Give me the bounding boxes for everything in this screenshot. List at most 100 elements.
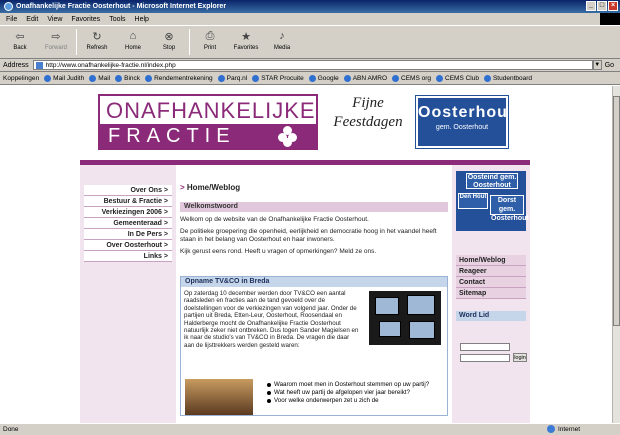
nav-reageer[interactable]: Reageer: [456, 266, 526, 277]
ie-page-icon: [392, 74, 400, 82]
link-item[interactable]: Binck: [115, 74, 141, 82]
greeting-text: Fijne Feestdagen: [333, 95, 403, 130]
close-button[interactable]: ×: [608, 1, 618, 11]
nav-contact[interactable]: Contact: [456, 277, 526, 288]
town-sign-sub: gem. Oosterhout: [435, 124, 489, 131]
nav-home-weblog[interactable]: Home/Weblog: [456, 255, 526, 266]
stop-button[interactable]: ⊗ Stop: [153, 29, 185, 52]
zone-label: Internet: [557, 425, 580, 433]
link-item[interactable]: STAR Procuite: [252, 74, 304, 82]
links-bar: Koppelingen Mail Judith Mail Binck Rende…: [0, 72, 620, 85]
link-label: Studentboard: [492, 74, 533, 82]
link-label: Binck: [124, 74, 141, 82]
breadcrumb-arrow: >: [180, 183, 187, 192]
address-input[interactable]: http://www.onafhankelijke-fractie.nl/ind…: [32, 60, 593, 70]
media-icon: ♪: [279, 30, 285, 42]
logo-line2-text: FRACTIE: [108, 125, 236, 147]
ie-page-icon: [343, 74, 351, 82]
maximize-button[interactable]: □: [597, 1, 607, 11]
globe-icon: [546, 425, 555, 433]
ie-page-icon: [44, 74, 52, 82]
nav-in-de-pers[interactable]: In De Pers >: [84, 229, 172, 240]
right-navigation: Home/Weblog Reageer Contact Sitemap: [456, 255, 526, 299]
flower-icon: [278, 126, 298, 147]
breadcrumb: > Home/Weblog: [180, 183, 448, 192]
address-dropdown-button[interactable]: ▼: [592, 60, 602, 70]
welcome-paragraph: Kijk gerust eens rond. Heeft u vragen of…: [180, 248, 377, 255]
window-controls: _ □ ×: [586, 1, 618, 11]
home-button[interactable]: ⌂ Home: [117, 29, 149, 51]
refresh-button[interactable]: ↻ Refresh: [81, 29, 113, 52]
welcome-heading: Welkomstwoord: [180, 202, 448, 212]
link-item[interactable]: CEMS org: [392, 74, 431, 82]
menu-view[interactable]: View: [47, 16, 62, 23]
news-item: Opname TV&CO in Breda Op zaterdag 10 dec…: [180, 276, 448, 416]
menu-tools[interactable]: Tools: [109, 16, 125, 23]
login-button[interactable]: login: [513, 353, 527, 362]
scrollbar-thumb[interactable]: [613, 96, 620, 326]
home-icon: ⌂: [129, 30, 137, 42]
favorites-button[interactable]: ★ Favorites: [230, 29, 262, 52]
link-item[interactable]: Mail Judith: [44, 74, 84, 82]
town-sign-name: Oosterhout: [418, 104, 515, 121]
stop-icon: ⊗: [164, 30, 174, 43]
vertical-scrollbar[interactable]: [612, 86, 620, 423]
nav-over-oosterhout[interactable]: Over Oosterhout >: [84, 240, 172, 251]
list-item-text: Voor welke onderwerpen zet u zich de: [274, 397, 379, 405]
menu-edit[interactable]: Edit: [26, 16, 38, 23]
list-item: Waarom moet men in Oosterhout stemmen op…: [267, 381, 443, 388]
news-question-list: Waarom moet men in Oosterhout stemmen op…: [267, 381, 443, 406]
link-item[interactable]: CEMS Club: [436, 74, 479, 82]
link-label: CEMS org: [401, 74, 431, 82]
link-item[interactable]: Parq.nl: [217, 74, 247, 82]
print-button[interactable]: ⎙ Print: [194, 29, 226, 52]
menu-bar: File Edit View Favorites Tools Help: [0, 13, 620, 25]
nav-bestuur-fractie[interactable]: Bestuur & Fractie >: [84, 196, 172, 207]
back-button[interactable]: ⇦ Back: [4, 29, 36, 52]
nav-over-ons[interactable]: Over Ons >: [84, 185, 172, 196]
ie-page-icon: [436, 74, 443, 82]
bullet-icon: [267, 399, 271, 404]
forward-button[interactable]: ⇨ Forward: [40, 29, 72, 52]
site-layout: Over Ons > Bestuur & Fractie > Verkiezin…: [80, 165, 530, 423]
forward-arrow-icon: ⇨: [51, 30, 61, 43]
menu-help[interactable]: Help: [135, 16, 149, 23]
username-input[interactable]: [460, 343, 510, 351]
address-bar: Address http://www.onafhankelijke-fracti…: [0, 59, 620, 72]
back-arrow-icon: ⇦: [15, 30, 25, 43]
window-titlebar: Onafhankelijke Fractie Oosterhout - Micr…: [0, 0, 620, 13]
menu-favorites[interactable]: Favorites: [71, 16, 100, 23]
right-column: Oosteind gem. Oosterhout Den Hout Dorst …: [456, 165, 530, 423]
nav-sitemap[interactable]: Sitemap: [456, 288, 526, 299]
link-item[interactable]: Google: [308, 74, 339, 82]
go-button[interactable]: Go: [605, 62, 614, 69]
site-logo[interactable]: ONAFHANKELIJKE FRACTIE: [98, 94, 318, 150]
nav-gemeenteraad[interactable]: Gemeenteraad >: [84, 218, 172, 229]
welcome-paragraph: Welkom op de website van de Onafhankelij…: [180, 216, 369, 223]
studio-camera-photo: [185, 379, 253, 415]
ie-page-icon: [252, 74, 260, 82]
menu-file[interactable]: File: [6, 16, 17, 23]
ie-icon: [4, 2, 13, 11]
media-label: Media: [273, 45, 291, 51]
nav-links[interactable]: Links >: [84, 251, 172, 262]
link-item[interactable]: Rendementrekening: [145, 74, 213, 82]
link-item[interactable]: Mail: [89, 74, 110, 82]
news-heading[interactable]: Opname TV&CO in Breda: [181, 277, 447, 287]
ie-page-icon: [217, 74, 225, 82]
standard-toolbar: ⇦ Back ⇨ Forward ↻ Refresh ⌂ Home ⊗ Stop…: [0, 25, 620, 59]
password-input[interactable]: [460, 354, 510, 362]
ie-page-icon: [89, 74, 97, 82]
toolbar-separator: [189, 29, 190, 55]
word-lid-heading[interactable]: Word Lid: [456, 311, 526, 321]
media-button[interactable]: ♪ Media: [266, 29, 298, 51]
nav-verkiezingen-2006[interactable]: Verkiezingen 2006 >: [84, 207, 172, 218]
ie-page-icon: [145, 74, 153, 82]
link-label: STAR Procuite: [261, 74, 304, 82]
back-label: Back: [13, 45, 27, 51]
link-item[interactable]: ABN AMRO: [343, 74, 387, 82]
link-item[interactable]: Studentboard: [483, 74, 533, 82]
page-viewport: ONAFHANKELIJKE FRACTIE Fijne Feestdagen …: [0, 86, 612, 423]
refresh-icon: ↻: [92, 30, 102, 43]
minimize-button[interactable]: _: [586, 1, 596, 11]
